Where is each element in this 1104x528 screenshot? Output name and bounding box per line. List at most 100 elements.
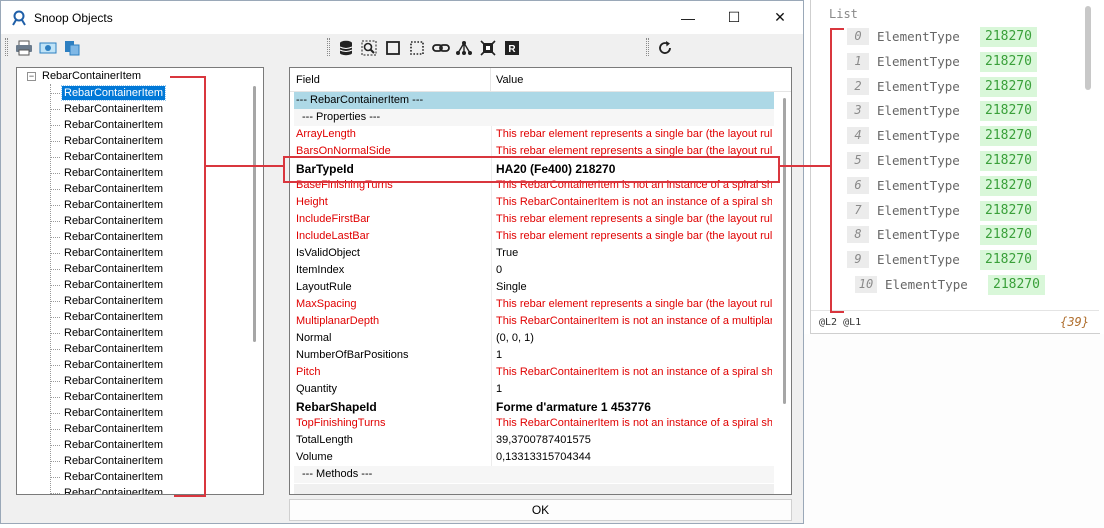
grid-row[interactable]: --- Methods --- [294,466,774,483]
tree-node[interactable]: RebarContainerItem [51,261,181,277]
property-name: TopFinishingTurns [296,417,386,429]
grid-row[interactable]: RebarShapeId Forme d'armature 1 453776 [294,398,774,415]
grid-row[interactable]: Quantity 1 [294,381,774,398]
field-column-header[interactable]: Field [296,74,320,86]
grid-row[interactable]: LayoutRule Single [294,279,774,296]
list-item[interactable]: 7 ElementType 218270 [847,199,1077,223]
tree-node[interactable]: RebarContainerItem [51,325,181,341]
item-index: 8 [847,226,869,244]
refresh-icon[interactable] [655,38,674,57]
tree-node[interactable]: RebarContainerItem [51,245,181,261]
item-index: 10 [855,276,877,293]
tree-scrollbar[interactable] [253,86,256,342]
tree-node[interactable]: RebarContainerItem [51,165,181,181]
minimize-button[interactable]: — [665,1,711,34]
tree-node-label: RebarContainerItem [60,85,167,101]
value-column-header[interactable]: Value [496,74,523,86]
zoom-select-icon[interactable] [359,38,378,57]
tree-node[interactable]: RebarContainerItem [51,469,181,485]
debug-scrollbar[interactable] [1085,6,1091,90]
tree-node[interactable]: RebarContainerItem [51,309,181,325]
tree-node[interactable]: RebarContainerItem [51,293,181,309]
list-item[interactable]: 10 ElementType 218270 [855,273,1085,297]
grid-row[interactable]: TotalLength 39,3700787401575 [294,432,774,449]
tree-node[interactable]: RebarContainerItem [51,405,181,421]
list-item[interactable]: 6 ElementType 218270 [847,174,1077,198]
tree-node[interactable]: RebarContainerItem [51,421,181,437]
tree-node-label: RebarContainerItem [64,247,164,259]
property-value: Single [496,281,527,293]
grid-row[interactable]: Normal (0, 0, 1) [294,330,774,347]
printer-icon[interactable] [14,38,33,57]
footer-labels: @L2 @L1 [819,317,862,328]
grid-row[interactable]: Height This RebarContainerItem is not an … [294,194,774,211]
tree-node[interactable]: RebarContainerItem [51,117,181,133]
list-item[interactable]: 8 ElementType 218270 [847,223,1077,247]
property-name: Volume [296,451,333,463]
grid-row[interactable]: --- RebarContainerItem --- [294,92,774,109]
grid-row[interactable]: ItemIndex 0 [294,262,774,279]
title-bar[interactable]: Snoop Objects — ☐ ✕ [1,1,803,34]
list-item[interactable]: 1 ElementType 218270 [847,50,1077,74]
item-id-badge: 218270 [980,27,1037,47]
close-button[interactable]: ✕ [757,1,803,34]
list-item[interactable]: 4 ElementType 218270 [847,124,1077,148]
grid-row[interactable]: ArrayLength This rebar element represents… [294,126,774,143]
list-item[interactable]: 9 ElementType 218270 [847,248,1077,272]
grid-row[interactable]: NumberOfBarPositions 1 [294,347,774,364]
item-id-badge: 218270 [980,151,1037,171]
tree-node[interactable]: RebarContainerItem [51,101,181,117]
tree-root-node[interactable]: RebarContainerItem [42,70,141,82]
tree-node[interactable]: RebarContainerItem [51,149,181,165]
toolbar-grip[interactable] [327,38,330,56]
snoop-element-icon[interactable] [478,38,497,57]
revit-icon[interactable]: R [502,38,521,57]
tree-node[interactable]: RebarContainerItem [51,85,181,101]
property-value: This RebarContainerItem is not an instan… [496,315,772,327]
grid-row[interactable]: IsValidObject True [294,245,774,262]
grid-vertical-scrollbar[interactable] [779,92,791,482]
list-item[interactable]: 0 ElementType 218270 [847,25,1077,49]
tree-node[interactable]: RebarContainerItem [51,133,181,149]
rectangle-icon[interactable] [383,38,402,57]
tree-node-label: RebarContainerItem [64,375,164,387]
tree-node[interactable]: RebarContainerItem [51,181,181,197]
dotted-rectangle-icon[interactable] [407,38,426,57]
link-icon[interactable] [431,38,450,57]
grid-horizontal-scrollbar[interactable] [294,484,774,494]
print-preview-icon[interactable] [38,38,57,57]
list-item[interactable]: 3 ElementType 218270 [847,99,1077,123]
tree-node[interactable]: RebarContainerItem [51,373,181,389]
database-icon[interactable] [336,38,355,57]
tree-node[interactable]: RebarContainerItem [51,229,181,245]
grid-row[interactable]: Pitch This RebarContainerItem is not an i… [294,364,774,381]
tree-node[interactable]: RebarContainerItem [51,277,181,293]
tree-node[interactable]: RebarContainerItem [51,389,181,405]
toolbar-grip[interactable] [5,38,8,56]
maximize-button[interactable]: ☐ [711,1,757,34]
collapse-toggle[interactable]: − [27,72,36,81]
background-area [804,334,1104,528]
tree-node[interactable]: RebarContainerItem [51,357,181,373]
grid-row[interactable]: IncludeFirstBar This rebar element repres… [294,211,774,228]
tree-node[interactable]: RebarContainerItem [51,341,181,357]
grid-row[interactable]: MultiplanarDepth This RebarContainerItem … [294,313,774,330]
toolbar-grip[interactable] [646,38,649,56]
list-item[interactable]: 2 ElementType 218270 [847,75,1077,99]
copy-icon[interactable] [62,38,81,57]
grid-row[interactable]: IncludeLastBar This rebar element represe… [294,228,774,245]
tree-node[interactable]: RebarContainerItem [51,453,181,469]
tree-node[interactable]: RebarContainerItem [51,213,181,229]
grid-row[interactable]: Volume 0,13313315704344 [294,449,774,466]
tree-node[interactable]: RebarContainerItem [51,437,181,453]
hierarchy-icon[interactable] [454,38,473,57]
tree-node[interactable]: RebarContainerItem [51,197,181,213]
list-item[interactable]: 5 ElementType 218270 [847,149,1077,173]
grid-row[interactable]: --- Properties --- [294,109,774,126]
object-tree[interactable]: − RebarContainerItem RebarContainerItem R… [16,67,264,495]
grid-row[interactable]: TopFinishingTurns This RebarContainerItem… [294,415,774,432]
ok-button[interactable]: OK [289,499,792,521]
grid-row[interactable]: MaxSpacing This rebar element represents … [294,296,774,313]
item-type: ElementType [877,78,960,94]
tree-node[interactable]: RebarContainerItem [51,485,181,494]
